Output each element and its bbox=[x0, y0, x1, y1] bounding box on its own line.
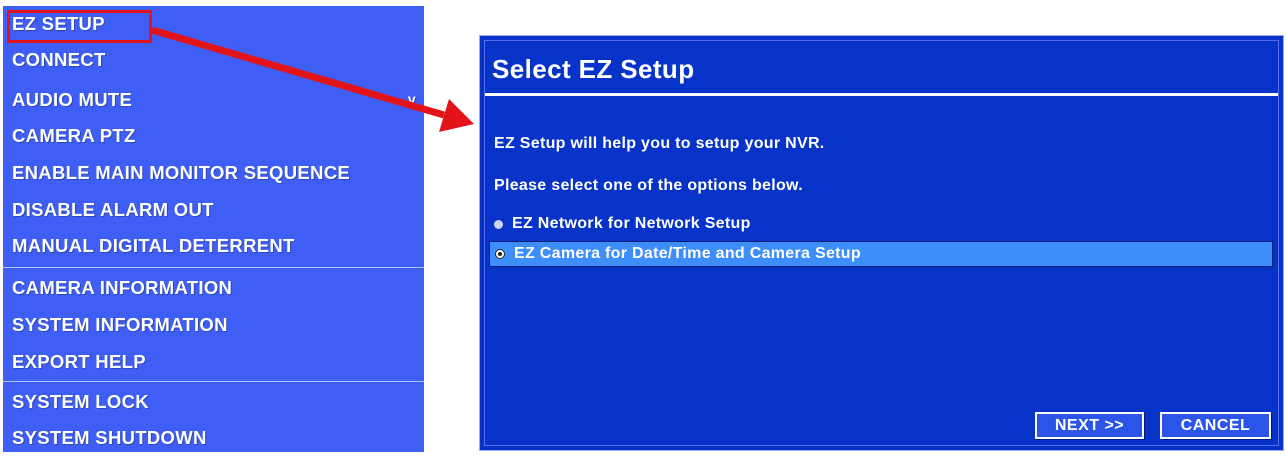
menu-item-label: MANUAL DIGITAL DETERRENT bbox=[12, 235, 295, 256]
menu-item-audio-mute[interactable]: AUDIO MUTE v bbox=[3, 82, 424, 118]
context-menu: EZ SETUP CONNECT AUDIO MUTE v CAMERA PTZ … bbox=[3, 6, 424, 452]
menu-item-label: SYSTEM SHUTDOWN bbox=[12, 427, 207, 448]
menu-item-label: CAMERA PTZ bbox=[12, 125, 136, 146]
title-divider bbox=[485, 93, 1278, 96]
option-ez-camera[interactable]: EZ Camera for Date/Time and Camera Setup bbox=[489, 241, 1273, 267]
dialog-title: Select EZ Setup bbox=[492, 54, 695, 84]
option-label: EZ Network for Network Setup bbox=[512, 215, 751, 232]
checkmark-icon: v bbox=[407, 91, 416, 107]
menu-divider bbox=[3, 267, 424, 268]
cancel-button[interactable]: CANCEL bbox=[1160, 412, 1271, 439]
menu-item-system-shutdown[interactable]: SYSTEM SHUTDOWN bbox=[3, 420, 424, 456]
menu-item-label: CONNECT bbox=[12, 49, 106, 70]
menu-item-label: ENABLE MAIN MONITOR SEQUENCE bbox=[12, 162, 350, 183]
menu-item-manual-digital-deterrent[interactable]: MANUAL DIGITAL DETERRENT bbox=[3, 228, 424, 264]
next-button[interactable]: NEXT >> bbox=[1035, 412, 1144, 439]
option-ez-network[interactable]: EZ Network for Network Setup bbox=[489, 211, 1273, 237]
menu-item-connect[interactable]: CONNECT bbox=[3, 42, 424, 78]
radio-off-icon[interactable] bbox=[494, 219, 503, 229]
menu-item-system-information[interactable]: SYSTEM INFORMATION bbox=[3, 307, 424, 343]
instruction-text: Please select one of the options below. bbox=[494, 177, 803, 194]
menu-item-system-lock[interactable]: SYSTEM LOCK bbox=[3, 384, 424, 420]
menu-item-disable-alarm-out[interactable]: DISABLE ALARM OUT bbox=[3, 192, 424, 228]
menu-item-label: SYSTEM INFORMATION bbox=[12, 314, 228, 335]
ez-setup-dialog: Select EZ Setup EZ Setup will help you t… bbox=[479, 35, 1284, 451]
menu-item-camera-information[interactable]: CAMERA INFORMATION bbox=[3, 270, 424, 306]
intro-text: EZ Setup will help you to setup your NVR… bbox=[494, 135, 825, 152]
menu-item-enable-main-monitor-sequence[interactable]: ENABLE MAIN MONITOR SEQUENCE bbox=[3, 155, 424, 191]
radio-on-icon[interactable] bbox=[495, 249, 505, 259]
menu-item-label: SYSTEM LOCK bbox=[12, 391, 149, 412]
option-label: EZ Camera for Date/Time and Camera Setup bbox=[514, 245, 861, 262]
menu-item-camera-ptz[interactable]: CAMERA PTZ bbox=[3, 118, 424, 154]
menu-item-label: EXPORT HELP bbox=[12, 351, 146, 372]
menu-item-export-help[interactable]: EXPORT HELP bbox=[3, 344, 424, 380]
menu-item-label: CAMERA INFORMATION bbox=[12, 277, 233, 298]
menu-divider bbox=[3, 381, 424, 382]
callout-highlight-box bbox=[7, 10, 152, 43]
menu-item-label: AUDIO MUTE bbox=[12, 89, 133, 110]
menu-item-label: DISABLE ALARM OUT bbox=[12, 199, 214, 220]
